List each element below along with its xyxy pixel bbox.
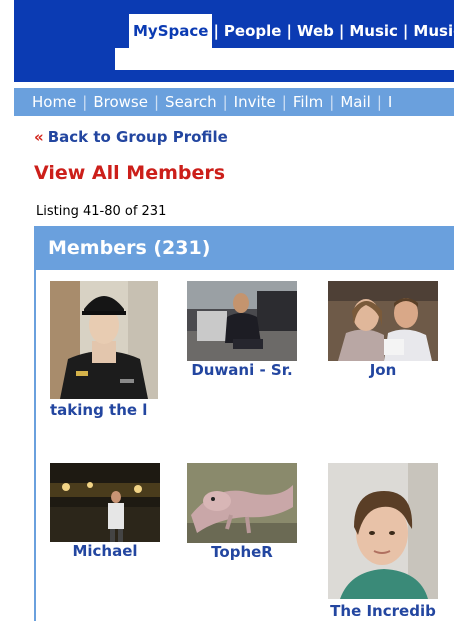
member-name[interactable]: Michael [50, 542, 160, 560]
member-photo[interactable] [50, 463, 160, 542]
member-photo[interactable] [328, 463, 438, 599]
nav-separator: | [153, 93, 160, 111]
member-photo[interactable] [187, 281, 297, 361]
nav-film[interactable]: Film [293, 93, 323, 111]
member-photo[interactable] [328, 281, 438, 361]
back-to-group-link[interactable]: «Back to Group Profile [34, 128, 228, 146]
nav-mail[interactable]: Mail [340, 93, 370, 111]
nav-separator: | [82, 93, 88, 111]
members-panel-title: Members (231) [48, 237, 211, 259]
member-name[interactable]: TopheR [187, 543, 297, 561]
members-panel: Members (231) taking the l Duwani - Sr. … [34, 226, 454, 621]
tab-separator: | [213, 22, 219, 40]
member-card[interactable]: taking the l [50, 281, 175, 421]
back-arrow-icon: « [34, 128, 44, 146]
member-name[interactable]: Duwani - Sr. [187, 361, 297, 379]
member-photo[interactable] [187, 463, 297, 543]
nav-home[interactable]: Home [32, 93, 76, 111]
member-name[interactable]: Jon [328, 361, 438, 379]
nav-invite[interactable]: Invite [234, 93, 276, 111]
page-title: View All Members [34, 162, 226, 184]
tab-web[interactable]: Web [293, 14, 338, 48]
member-photo[interactable] [50, 281, 158, 399]
tab-separator: | [402, 22, 409, 40]
nav-browse[interactable]: Browse [93, 93, 148, 111]
nav-separator: | [281, 93, 287, 111]
tab-separator: | [286, 22, 292, 40]
members-panel-header: Members (231) [36, 226, 454, 270]
nav-separator: | [376, 93, 382, 111]
nav-bar: Home | Browse | Search | Invite | Film | Mail | I [14, 88, 454, 116]
tab-people[interactable]: People [220, 14, 286, 48]
member-card[interactable]: Jon [328, 281, 453, 381]
member-name[interactable]: taking the l [50, 401, 175, 419]
tab-music[interactable]: Music [345, 14, 402, 48]
nav-search[interactable]: Search [165, 93, 217, 111]
member-card[interactable]: Michael [50, 463, 175, 563]
tab-music-2[interactable]: Music [409, 14, 454, 48]
nav-truncated[interactable]: I [388, 93, 392, 111]
tab-separator: | [338, 22, 345, 40]
search-input[interactable] [115, 48, 454, 70]
member-card[interactable]: Duwani - Sr. [187, 281, 312, 381]
nav-links: Home | Browse | Search | Invite | Film | Mail | I [32, 88, 392, 116]
member-card[interactable]: TopheR [187, 463, 312, 563]
member-card[interactable]: The Incredib [328, 463, 453, 623]
back-link-label: Back to Group Profile [47, 128, 228, 146]
listing-count: Listing 41-80 of 231 [36, 204, 167, 219]
tab-myspace[interactable]: MySpace [129, 14, 213, 48]
nav-separator: | [329, 93, 335, 111]
nav-separator: | [222, 93, 228, 111]
search-tabs: MySpace | People | Web | Music | Music [129, 14, 454, 48]
member-name[interactable]: The Incredib [328, 602, 438, 620]
